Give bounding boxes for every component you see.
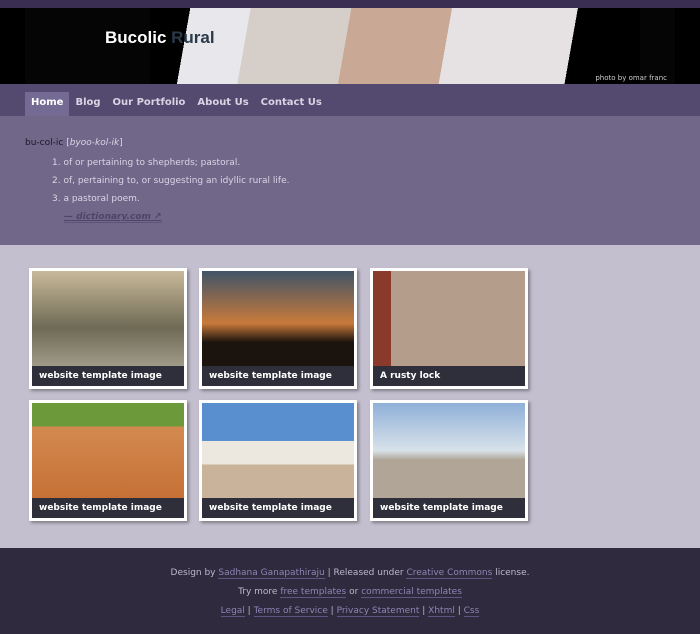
thumbnail-caption: website template image: [373, 498, 525, 518]
terms-link[interactable]: Terms of Service: [253, 606, 328, 617]
gallery-thumbnail[interactable]: A rusty lock: [370, 268, 528, 389]
gallery-thumbnail[interactable]: website template image: [199, 400, 357, 521]
thumbnail-caption: A rusty lock: [373, 366, 525, 386]
footer: Design by Sadhana Ganapathiraju | Releas…: [0, 548, 700, 634]
thumbnail-image: [373, 403, 525, 498]
nav-about-us[interactable]: About Us: [191, 92, 254, 116]
dictionary-link[interactable]: — dictionary.com ↗: [64, 212, 162, 223]
gallery-thumbnail[interactable]: website template image: [199, 268, 357, 389]
legal-link[interactable]: Legal: [220, 606, 245, 617]
baby-photo: [150, 8, 640, 84]
creative-commons-link[interactable]: Creative Commons: [406, 568, 493, 579]
nav-home[interactable]: Home: [25, 92, 70, 116]
thumbnail-image: [32, 403, 184, 498]
main-nav: Home Blog Our Portfolio About Us Contact…: [0, 84, 700, 116]
free-templates-link[interactable]: free templates: [280, 587, 347, 598]
photo-credit: photo by omar franc: [595, 74, 667, 82]
thumbnail-image: [202, 403, 354, 498]
thumbnail-caption: website template image: [32, 498, 184, 518]
external-link-icon: ↗: [153, 212, 162, 222]
thumbnail-caption: website template image: [32, 366, 184, 386]
thumbnail-image: [202, 271, 354, 366]
definition-item: 2. of, pertaining to, or suggesting an i…: [52, 176, 290, 186]
nav-blog[interactable]: Blog: [69, 92, 106, 116]
top-bar: [0, 0, 700, 8]
designer-link[interactable]: Sadhana Ganapathiraju: [218, 568, 325, 579]
header: Bucolic Rural photo by omar franc: [0, 8, 700, 84]
gallery-thumbnail[interactable]: website template image: [370, 400, 528, 521]
thumbnail-caption: website template image: [202, 498, 354, 518]
header-banner-image: Bucolic Rural photo by omar franc: [25, 8, 675, 84]
nav-contact-us[interactable]: Contact Us: [255, 92, 328, 116]
pronunciation: byoo-kol-ik: [69, 138, 120, 148]
commercial-templates-link[interactable]: commercial templates: [361, 587, 462, 598]
definition-headword: bu-col-ic [byoo-kol-ik]: [25, 138, 123, 148]
thumbnail-caption: website template image: [202, 366, 354, 386]
definition-item: 3. a pastoral poem.: [52, 194, 140, 204]
thumbnail-image: [373, 271, 525, 366]
css-link[interactable]: Css: [463, 606, 480, 617]
gallery-thumbnail[interactable]: website template image: [29, 400, 187, 521]
xhtml-link[interactable]: Xhtml: [428, 606, 455, 617]
gallery: website template image website template i…: [0, 245, 700, 548]
nav-our-portfolio[interactable]: Our Portfolio: [107, 92, 192, 116]
thumbnail-image: [32, 271, 184, 366]
site-title[interactable]: Bucolic Rural: [105, 28, 215, 48]
privacy-link[interactable]: Privacy Statement: [336, 606, 420, 617]
definition-section: bu-col-ic [byoo-kol-ik] 1. of or pertain…: [0, 116, 700, 245]
gallery-thumbnail[interactable]: website template image: [29, 268, 187, 389]
definition-list: 1. of or pertaining to shepherds; pastor…: [52, 158, 675, 204]
definition-item: 1. of or pertaining to shepherds; pastor…: [52, 158, 241, 168]
